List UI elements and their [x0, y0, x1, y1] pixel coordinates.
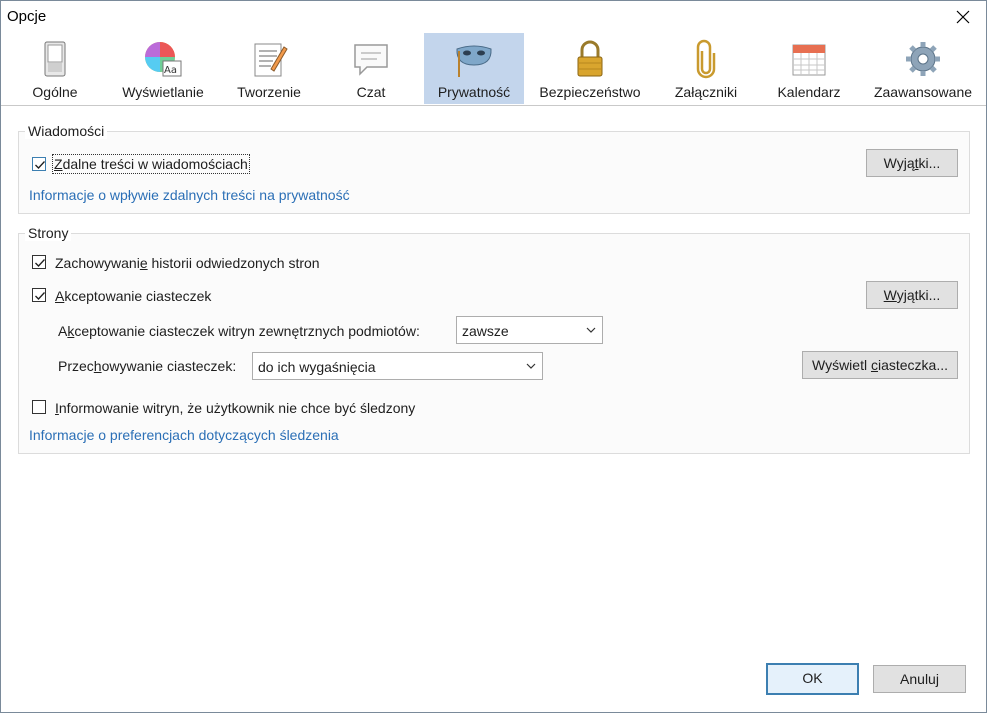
keep-cookies-label: Przechowywanie ciasteczek: — [58, 358, 236, 374]
tab-label: Czat — [356, 84, 386, 100]
tab-advanced[interactable]: Zaawansowane — [867, 33, 979, 104]
gear-icon — [906, 42, 940, 76]
sites-group-title: Strony — [25, 225, 72, 241]
chevron-down-icon — [586, 327, 596, 333]
checkmark-icon — [35, 259, 45, 267]
label-text: iasteczka... — [877, 357, 949, 373]
mnemonic-letter: A — [55, 288, 65, 304]
do-not-track-label[interactable]: Informowanie witryn, że użytkownik nie c… — [55, 400, 415, 416]
title-bar: Opcje — [1, 1, 986, 33]
options-dialog: Opcje Ogólne Aa Wyświetlanie Tworzenie C… — [0, 0, 987, 713]
label-text: ceptowanie ciasteczek witryn zewnętrznyc… — [74, 323, 420, 339]
do-not-track-checkbox[interactable] — [32, 400, 46, 414]
history-checkbox[interactable] — [32, 255, 46, 269]
tab-chat[interactable]: Czat — [323, 33, 419, 104]
third-party-label: Akceptowanie ciasteczek witryn zewnętrzn… — [58, 323, 420, 339]
speech-bubble-icon — [354, 44, 388, 76]
cookies-checkbox[interactable] — [32, 288, 46, 302]
tab-label: Bezpieczeństwo — [539, 84, 641, 100]
remote-content-info-link[interactable]: Informacje o wpływie zdalnych treści na … — [29, 187, 350, 203]
tracking-info-link[interactable]: Informacje o preferencjach dotyczących ś… — [29, 427, 339, 443]
label-text: dalne treści w wiadomościach — [62, 156, 248, 172]
checkmark-icon — [35, 292, 45, 300]
label-text: Zachowywani — [55, 255, 140, 271]
messages-group-title: Wiadomości — [25, 123, 108, 139]
label-text: nformowanie witryn, że użytkownik nie ch… — [58, 400, 416, 416]
label-text: Wyświetl — [811, 357, 871, 373]
remote-content-label[interactable]: Zdalne treści w wiadomościach — [52, 154, 250, 174]
category-toolbar: Ogólne Aa Wyświetlanie Tworzenie Czat Pr… — [1, 33, 986, 106]
cookies-exceptions-button[interactable]: Wyjątki... — [866, 281, 958, 309]
tab-label: Prywatność — [437, 84, 511, 100]
tab-label: Wyświetlanie — [122, 84, 204, 100]
label-text: Wyją — [883, 155, 915, 171]
tab-privacy[interactable]: Prywatność — [424, 33, 524, 104]
select-value: do ich wygaśnięcia — [258, 359, 376, 375]
checkmark-icon — [35, 161, 45, 169]
tab-label: Zaawansowane — [873, 84, 973, 100]
switch-icon — [44, 41, 66, 77]
svg-text:Aa: Aa — [164, 65, 177, 76]
history-label[interactable]: Zachowywanie historii odwiedzonych stron — [55, 255, 320, 271]
tab-label: Ogólne — [32, 84, 78, 100]
label-text: kceptowanie ciasteczek — [64, 288, 212, 304]
close-button[interactable] — [940, 1, 986, 33]
tab-calendar[interactable]: Kalendarz — [765, 33, 853, 104]
tab-general[interactable]: Ogólne — [7, 33, 103, 104]
label-text: historii odwiedzonych stron — [147, 255, 320, 271]
mnemonic-letter: h — [93, 358, 102, 374]
third-party-cookies-select[interactable]: zawsze — [456, 316, 603, 344]
remote-content-exceptions-button[interactable]: Wyjątki... — [866, 149, 958, 177]
cancel-button[interactable]: Anuluj — [873, 665, 966, 693]
mnemonic-letter: Z — [54, 156, 63, 172]
label-text: owywanie ciasteczek: — [101, 358, 237, 374]
cookies-label[interactable]: Akceptowanie ciasteczek — [55, 288, 211, 304]
show-cookies-button[interactable]: Wyświetl ciasteczka... — [802, 351, 958, 379]
padlock-icon — [577, 40, 603, 77]
calendar-icon — [792, 44, 826, 76]
close-icon — [956, 10, 970, 24]
label-text: A — [58, 323, 68, 339]
label-text: yjątki... — [896, 287, 941, 303]
remote-content-checkbox[interactable] — [32, 157, 46, 171]
document-pencil-icon — [254, 43, 288, 77]
mnemonic-letter: W — [883, 287, 897, 303]
tab-display[interactable]: Aa Wyświetlanie — [111, 33, 215, 104]
tab-attachments[interactable]: Załączniki — [661, 33, 751, 104]
mnemonic-letter: c — [870, 357, 878, 373]
label-text: ki... — [918, 155, 941, 171]
keep-cookies-select[interactable]: do ich wygaśnięcia — [252, 352, 543, 380]
chevron-down-icon — [526, 363, 536, 369]
tab-label: Załączniki — [674, 84, 738, 100]
color-wheel-icon: Aa — [145, 42, 182, 77]
mnemonic-letter: e — [139, 255, 148, 271]
label-text: Przec — [58, 358, 94, 374]
select-value: zawsze — [462, 323, 509, 339]
ok-button[interactable]: OK — [766, 663, 859, 695]
tab-label: Kalendarz — [777, 84, 841, 100]
tab-security[interactable]: Bezpieczeństwo — [532, 33, 648, 104]
mask-icon — [456, 45, 492, 77]
paperclip-icon — [696, 39, 716, 79]
tab-label: Tworzenie — [237, 84, 301, 100]
window-title: Opcje — [7, 8, 47, 25]
tab-composition[interactable]: Tworzenie — [223, 33, 315, 104]
